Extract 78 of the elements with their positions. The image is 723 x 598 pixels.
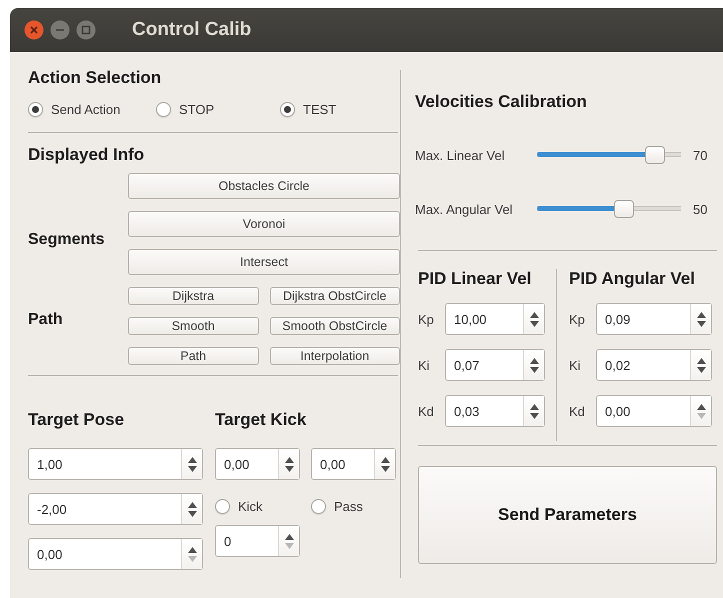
down-arrow-icon[interactable] <box>380 466 390 472</box>
toggle-button[interactable]: Intersect <box>128 249 400 275</box>
minimize-icon[interactable] <box>50 20 70 40</box>
slider-label: Max. Linear Vel <box>415 148 506 162</box>
slider-value: 50 <box>693 202 708 216</box>
toggle-button[interactable]: Path <box>128 347 258 365</box>
section-heading: Displayed Info <box>28 145 146 165</box>
number-field[interactable]: 0,00 <box>596 395 712 427</box>
section-heading: Action Selection <box>28 68 162 88</box>
radio-label: Kick <box>238 498 263 514</box>
radio-label: Pass <box>334 498 363 514</box>
slider-label: Max. Angular Vel <box>415 202 514 216</box>
radio-button[interactable] <box>215 498 230 514</box>
section-heading: Target Kick <box>215 410 308 430</box>
radio-button[interactable] <box>311 498 326 514</box>
up-arrow-icon[interactable] <box>188 456 196 462</box>
toggle-button[interactable]: Interpolation <box>270 347 400 365</box>
toggle-button[interactable]: Voronoi <box>128 211 400 237</box>
down-arrow-icon[interactable] <box>696 320 706 326</box>
gain-label: Kd <box>418 404 435 418</box>
gain-label: Kp <box>569 312 586 326</box>
gain-label: Kp <box>418 312 435 326</box>
toggle-button[interactable]: Obstacles Circle <box>128 173 400 199</box>
number-field[interactable]: -2,00 <box>28 493 203 525</box>
gain-label: Ki <box>418 358 431 372</box>
down-arrow-icon[interactable] <box>530 366 538 372</box>
section-heading: Velocities Calibration <box>415 92 588 112</box>
send-parameters-button[interactable]: Send Parameters <box>418 466 717 564</box>
gain-label: Ki <box>569 358 582 372</box>
section-heading: Target Pose <box>28 410 126 430</box>
number-field[interactable]: 0 <box>215 525 300 557</box>
group-label: Segments <box>28 230 106 249</box>
down-arrow-icon[interactable] <box>284 466 294 472</box>
toggle-button[interactable]: Smooth ObstCircle <box>270 317 400 335</box>
radio-button[interactable] <box>156 102 171 116</box>
number-field[interactable]: 0,00 <box>311 448 396 480</box>
radio-button[interactable] <box>28 102 43 116</box>
number-field[interactable]: 1,00 <box>28 448 203 480</box>
up-arrow-icon[interactable] <box>380 456 390 462</box>
up-arrow-icon[interactable] <box>188 502 196 508</box>
number-field[interactable]: 0,03 <box>445 395 545 427</box>
number-field[interactable]: 0,07 <box>445 349 545 381</box>
radio-button[interactable] <box>280 102 295 116</box>
up-arrow-icon[interactable] <box>696 358 706 364</box>
down-arrow-icon[interactable] <box>530 412 538 418</box>
gain-label: Kd <box>569 404 586 418</box>
toggle-button[interactable]: Dijkstra ObstCircle <box>270 287 400 305</box>
up-arrow-icon[interactable] <box>188 546 196 552</box>
down-arrow-icon[interactable] <box>188 510 196 516</box>
up-arrow-icon[interactable] <box>530 312 538 318</box>
radio-label: Send Action <box>51 102 120 116</box>
section-heading: PID Angular Vel <box>569 269 696 289</box>
up-arrow-icon[interactable] <box>696 404 706 410</box>
up-arrow-icon[interactable] <box>696 312 706 318</box>
number-field[interactable]: 0,00 <box>28 538 203 570</box>
section-heading: PID Linear Vel <box>418 269 532 289</box>
group-label: Path <box>28 311 64 329</box>
up-arrow-icon[interactable] <box>530 358 538 364</box>
window-title: Control Calib <box>132 19 252 41</box>
radio-label: STOP <box>179 102 214 116</box>
toggle-button[interactable]: Dijkstra <box>128 287 258 305</box>
slider-value: 70 <box>693 148 708 162</box>
up-arrow-icon[interactable] <box>284 534 294 540</box>
slider-thumb[interactable] <box>644 146 665 164</box>
up-arrow-icon[interactable] <box>284 456 294 462</box>
down-arrow-icon[interactable] <box>530 320 538 326</box>
down-arrow-icon[interactable] <box>188 466 196 472</box>
number-field[interactable]: 0,00 <box>215 448 300 480</box>
close-icon[interactable] <box>24 20 44 40</box>
number-field[interactable]: 0,02 <box>596 349 712 381</box>
down-arrow-icon[interactable] <box>696 366 706 372</box>
toggle-button[interactable]: Smooth <box>128 317 258 335</box>
slider-thumb[interactable] <box>614 200 634 218</box>
up-arrow-icon[interactable] <box>530 404 538 410</box>
radio-label: TEST <box>303 102 336 116</box>
maximize-icon[interactable] <box>76 20 96 40</box>
number-field[interactable]: 0,09 <box>596 303 712 335</box>
number-field[interactable]: 10,00 <box>445 303 545 335</box>
